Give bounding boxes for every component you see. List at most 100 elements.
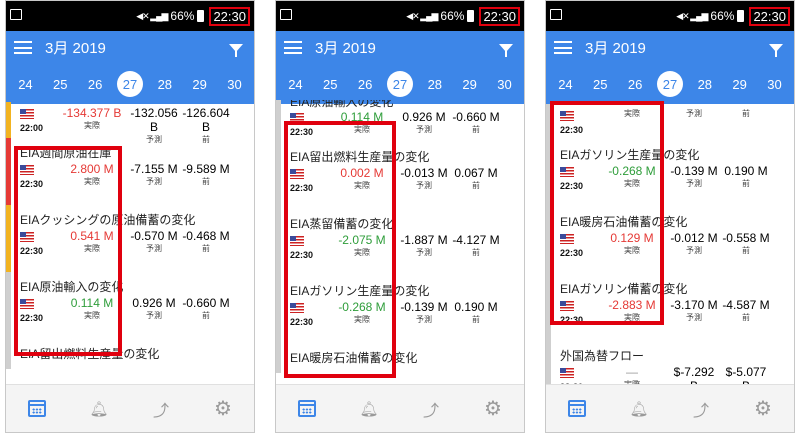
date-item[interactable]: 25 [47,71,73,97]
event-time: 22:30 [560,248,584,258]
actual-col: 0.129 M 実際 [596,231,668,257]
event-item[interactable]: 外国為替フロー 23:30—実際$-7.292 B予測$-5.077 B前 [546,341,794,386]
bell-icon[interactable]: 🔔︎ [358,398,380,420]
date-item[interactable]: 29 [457,71,483,97]
date-item[interactable]: 26 [622,71,648,97]
date-item[interactable]: 24 [12,71,38,97]
event-name: EIA暖房石油備蓄の変化 [560,215,688,229]
date-item[interactable]: 29 [727,71,753,97]
event-item[interactable]: EIA週間原油在庫 22:30 2.800 M 実際 -7.155 M 予測 -9.589 … [6,138,254,205]
date-strip: 24 25 26 27 28 29 30 [6,64,254,104]
forecast-label: 予測 [686,179,702,188]
phone-screen-2: ◀✕ ▂▄▆ 66% 22:30 3月 2019 24 25 26 27 28 29 30 EIA原油… [275,0,525,433]
calendar-icon[interactable] [26,398,48,420]
filter-icon[interactable] [499,43,513,57]
event-item[interactable]: EIA原油輸入の変化 22:30 0.114 M 実際 0.926 M 予測 -0.660 … [276,100,524,142]
month-title[interactable]: 3月 2019 [315,37,499,58]
date-item[interactable]: 24 [552,71,578,97]
actual-col: 実際 [596,108,668,120]
event-item[interactable]: 22:30 実際 予測 前 [546,104,794,140]
gear-icon[interactable]: ⚙ [212,398,234,420]
importance-bar [6,339,11,369]
event-values: 22:30 0.541 M 実際 -0.570 M 予測 -0.468 M前 [20,229,254,259]
battery-icon [467,10,475,22]
event-values: 22:30 0.002 M 実際 -0.013 M 予測 0.067 M前 [290,166,524,196]
us-flag-icon [560,368,574,378]
previous-label: 前 [742,313,750,322]
filter-icon[interactable] [769,43,783,57]
bell-icon[interactable]: 🔔︎ [628,398,650,420]
actual-value: 2.800 M [70,162,114,176]
filter-icon[interactable] [229,43,243,57]
event-item[interactable]: 22:00 -134.377 B 実際 -132.056 B 予測 -126.604 B前 [6,102,254,144]
previous-label: 前 [472,125,480,134]
date-item[interactable]: 25 [317,71,343,97]
date-item[interactable]: 26 [352,71,378,97]
event-item[interactable]: EIAガソリン生産量の変化 22:30 -0.268 M 実際 -0.139 M 予測 0.… [276,276,524,343]
previous-label: 前 [202,177,210,186]
us-flag-icon [20,165,34,175]
importance-bar [546,274,551,341]
us-flag-icon [560,234,574,244]
forecast-label: 予測 [686,313,702,322]
date-item[interactable]: 26 [82,71,108,97]
us-flag-icon [290,236,304,246]
event-time: 22:30 [290,127,314,137]
event-time: 22:30 [20,313,44,323]
event-name: EIA蒸留備蓄の変化 [290,217,394,231]
trend-icon[interactable]: ⤴ [690,398,712,420]
actual-value: -2.883 M [608,298,656,312]
trend-icon[interactable]: ⤴ [420,398,442,420]
date-item[interactable]: 27 [116,71,143,97]
date-item[interactable]: 24 [282,71,308,97]
event-item[interactable]: EIAガソリン備蓄の変化 22:30 -2.883 M 実際 -3.170 M 予測 -4.… [546,274,794,341]
event-name: EIA留出燃料生産量の変化 [20,347,160,361]
signal-icon: ◀✕ ▂▄▆ [676,10,708,21]
gear-icon[interactable]: ⚙ [752,398,774,420]
month-title[interactable]: 3月 2019 [585,37,769,58]
date-item[interactable]: 28 [152,71,178,97]
bell-icon[interactable]: 🔔︎ [88,398,110,420]
trend-icon[interactable]: ⤴ [150,398,172,420]
actual-col: — 実際 [596,365,668,386]
menu-icon[interactable] [284,41,302,54]
previous-label: 前 [202,311,210,320]
event-item[interactable]: EIAクッシングの原油備蓄の変化 22:30 0.541 M 実際 -0.570 M 予測… [6,205,254,272]
menu-icon[interactable] [554,41,572,54]
date-item[interactable]: 25 [587,71,613,97]
calendar-icon[interactable] [566,398,588,420]
event-name: EIA原油輸入の変化 [20,280,124,294]
forecast-col: 0.926 M 予測 [128,296,180,322]
date-item[interactable]: 28 [692,71,718,97]
event-item[interactable]: EIA留出燃料生産量の変化 [6,339,254,369]
phone-screen-1: ◀✕ ▂▄▆ 66% 22:30 3月 2019 24 25 26 27 28 29 30 22:00… [5,0,255,433]
forecast-label: 予測 [416,181,432,190]
importance-bar [546,341,551,386]
status-time: 22:30 [749,6,790,26]
date-item[interactable]: 28 [422,71,448,97]
date-item[interactable]: 30 [221,71,247,97]
event-item[interactable]: EIA原油輸入の変化 22:30 0.114 M 実際 0.926 M 予測 -0.660 … [6,272,254,339]
date-item[interactable]: 27 [386,71,413,97]
date-item[interactable]: 29 [187,71,213,97]
calendar-icon[interactable] [296,398,318,420]
previous-col: -4.127 M前 [450,233,502,259]
event-item[interactable]: EIA暖房石油備蓄の変化 [276,343,524,373]
event-item[interactable]: EIAガソリン生産量の変化 22:30 -0.268 M 実際 -0.139 M 予測 0.… [546,140,794,207]
month-title[interactable]: 3月 2019 [45,37,229,58]
actual-label: 実際 [84,177,100,186]
date-item[interactable]: 30 [491,71,517,97]
previous-col: 前 [720,108,772,120]
forecast-col: -0.012 M 予測 [668,231,720,257]
previous-col: -0.468 M前 [180,229,232,255]
gear-icon[interactable]: ⚙ [482,398,504,420]
event-item[interactable]: EIA留出燃料生産量の変化 22:30 0.002 M 実際 -0.013 M 予測 0.0… [276,142,524,209]
date-item[interactable]: 27 [656,71,683,97]
previous-col: $-5.077 B前 [720,365,772,386]
battery-level: 66% [170,9,195,23]
event-values: 22:30 0.114 M 実際 0.926 M 予測 -0.660 M前 [20,296,254,326]
date-item[interactable]: 30 [761,71,787,97]
event-item[interactable]: EIA蒸留備蓄の変化 22:30 -2.075 M 実際 -1.887 M 予測 -4.12… [276,209,524,276]
menu-icon[interactable] [14,41,32,54]
event-item[interactable]: EIA暖房石油備蓄の変化 22:30 0.129 M 実際 -0.012 M 予測 -0.5… [546,207,794,274]
